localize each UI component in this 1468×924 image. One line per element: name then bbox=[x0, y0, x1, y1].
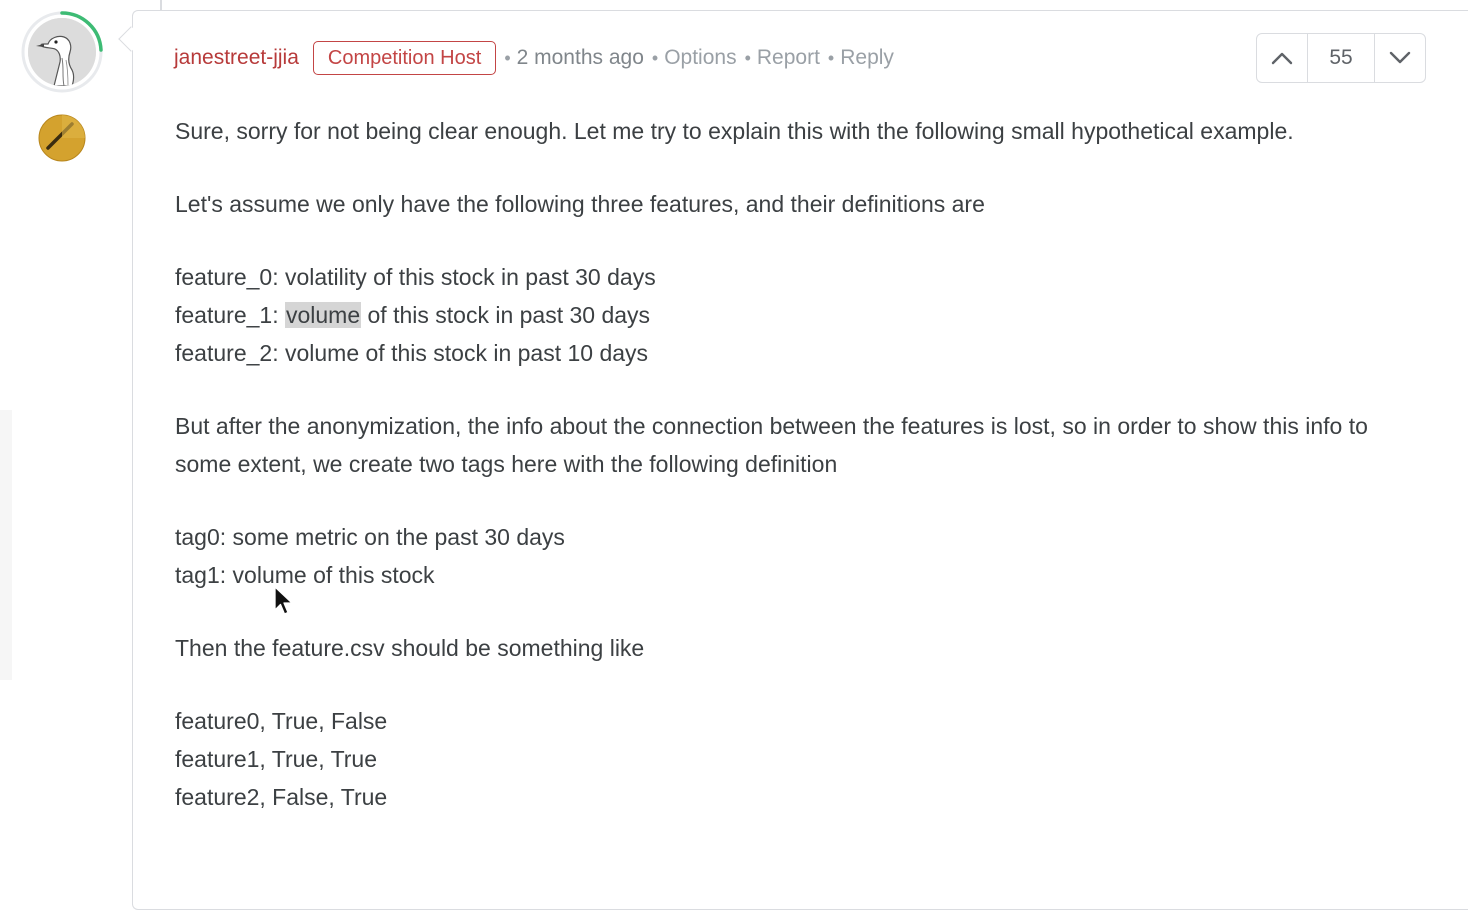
comment-body: Sure, sorry for not being clear enough. … bbox=[175, 112, 1425, 851]
feature-1-line: feature_1: volume of this stock in past … bbox=[175, 296, 1425, 334]
comment-header: janestreet-jjia Competition Host • 2 mon… bbox=[174, 40, 894, 76]
options-link[interactable]: Options bbox=[664, 46, 736, 70]
author-link[interactable]: janestreet-jjia bbox=[174, 46, 299, 70]
competition-host-badge: Competition Host bbox=[312, 41, 497, 75]
highlighted-text: volume bbox=[284, 302, 362, 328]
feature-0-line: feature_0: volatility of this stock in p… bbox=[175, 264, 656, 290]
csv-row: feature2, False, True bbox=[175, 784, 388, 810]
chevron-up-icon bbox=[1271, 52, 1293, 65]
left-gutter bbox=[0, 410, 12, 680]
tag-definitions: tag0: some metric on the past 30 days ta… bbox=[175, 518, 1425, 594]
chevron-down-icon bbox=[1389, 51, 1411, 64]
separator-dot: • bbox=[744, 47, 751, 68]
report-link[interactable]: Report bbox=[757, 46, 820, 70]
upvote-button[interactable] bbox=[1257, 34, 1307, 82]
comment-timestamp: 2 months ago bbox=[516, 46, 644, 69]
csv-example: feature0, True, False feature1, True, Tr… bbox=[175, 702, 1425, 816]
expert-tier-icon bbox=[38, 114, 86, 162]
csv-row: feature0, True, False bbox=[175, 708, 388, 734]
feature-1-suffix: of this stock in past 30 days bbox=[361, 302, 651, 328]
mouse-pointer-icon bbox=[274, 586, 293, 615]
separator-dot: • bbox=[827, 47, 835, 68]
csv-row: feature1, True, True bbox=[175, 746, 378, 772]
paragraph-assume: Let's assume we only have the following … bbox=[175, 191, 985, 217]
separator-dot: • bbox=[651, 47, 659, 68]
user-avatar[interactable] bbox=[20, 10, 104, 94]
reply-link[interactable]: Reply bbox=[840, 46, 894, 70]
separator-dot: • bbox=[504, 47, 511, 68]
paragraph-csv-intro: Then the feature.csv should be something… bbox=[175, 635, 645, 661]
feature-definitions: feature_0: volatility of this stock in p… bbox=[175, 258, 1425, 372]
feature-2-line: feature_2: volume of this stock in past … bbox=[175, 340, 649, 366]
vote-count: 55 bbox=[1307, 34, 1375, 82]
paragraph-intro: Sure, sorry for not being clear enough. … bbox=[175, 118, 1294, 144]
feature-1-prefix: feature_1: bbox=[175, 302, 285, 328]
tag-1-line: tag1: volume of this stock bbox=[175, 562, 435, 588]
tag-0-line: tag0: some metric on the past 30 days bbox=[175, 524, 565, 550]
vote-control: 55 bbox=[1256, 33, 1426, 83]
discussion-page: janestreet-jjia Competition Host • 2 mon… bbox=[0, 0, 1468, 924]
thread-line bbox=[160, 0, 162, 10]
downvote-button[interactable] bbox=[1375, 34, 1425, 82]
goose-avatar-icon bbox=[28, 18, 96, 86]
paragraph-anonymization: But after the anonymization, the info ab… bbox=[175, 413, 1368, 477]
